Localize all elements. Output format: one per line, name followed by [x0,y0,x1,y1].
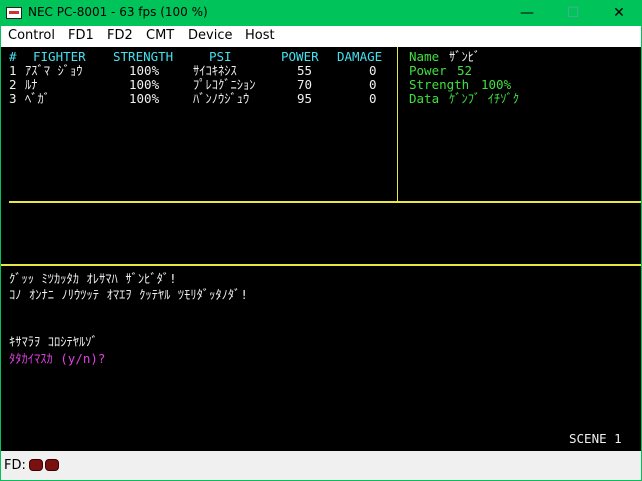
row-3-num: 3 [9,91,17,106]
row-1-fighter: ｱｽﾞﾏ ｼﾞｮｳ [25,63,83,78]
close-button[interactable]: ✕ [596,0,642,26]
row-1-power: 55 [297,63,313,78]
row-3-strength: 100% [129,91,160,106]
maximize-button[interactable]: ☐ [550,0,596,26]
divider-bottom [1,264,641,266]
row-1-strength: 100% [129,63,160,78]
row-1-num: 1 [9,63,17,78]
row-2-strength: 100% [129,77,160,92]
enemy-power-value: 52 [457,63,473,78]
row-3-power: 95 [297,91,313,106]
header-strength: STRENGTH [113,49,174,64]
row-3-fighter: ﾍﾞｶﾞ [25,91,51,106]
fd2-led-icon [45,459,59,471]
enemy-data-value: ｹﾞﾝﾌﾞ ｲﾁｿﾞｸ [449,91,520,106]
header-psi: PSI [209,49,232,64]
menu-bar: Control FD1 FD2 CMT Device Host [1,26,641,47]
title-bar[interactable]: NEC PC-8001 - 63 fps (100 %) — ☐ ✕ [0,0,642,26]
menu-host[interactable]: Host [245,28,275,43]
row-2-fighter: ﾙﾅ [25,77,38,92]
row-3-psi: ﾊﾞﾝﾉｳｼﾞｭｳ [193,91,250,106]
row-3-damage: 0 [369,91,377,106]
row-1-damage: 0 [369,63,377,78]
menu-fd1[interactable]: FD1 [68,28,94,43]
fd1-led-icon [29,459,43,471]
message-line-3: ｷｻﾏﾗｦ ｺﾛｼﾃﾔﾙｿﾞ [9,334,98,349]
row-2-num: 2 [9,77,17,92]
status-bar: FD: [1,451,641,480]
enemy-data-label: Data [409,91,440,106]
menu-fd2[interactable]: FD2 [107,28,133,43]
battle-prompt: ﾀﾀｶｲﾏｽｶ (y/n)? [9,351,106,366]
row-2-psi: ﾌﾟﾚｺｸﾞﾆｼｮﾝ [193,77,256,92]
emulator-screen[interactable]: # FIGHTER STRENGTH PSI POWER DAMAGE 1 ｱｽ… [1,47,641,451]
scene-indicator: SCENE 1 [569,431,622,446]
header-fighter: FIGHTER [33,49,86,64]
header-power: POWER [281,49,319,64]
app-icon [6,7,22,19]
message-line-1: ｸﾞｯｯ ﾐﾂｶｯﾀｶ ｵﾚｻﾏﾊ ｻﾞﾝﾋﾞﾀﾞ! [9,271,177,286]
enemy-name-value: ｻﾞﾝﾋﾞ [449,49,481,64]
enemy-strength-value: 100% [481,77,512,92]
window-title: NEC PC-8001 - 63 fps (100 %) [28,5,208,19]
row-2-power: 70 [297,77,313,92]
message-line-2: ｺﾉ ｵﾝﾅﾆ ﾉﾘｳﾂｯﾃ ｵﾏｴｦ ｸｯﾃﾔﾙ ﾂﾓﾘﾀﾞｯﾀﾉﾀﾞ! [9,287,248,302]
enemy-power-label: Power [409,63,447,78]
row-2-damage: 0 [369,77,377,92]
row-1-psi: ｻｲｺｷﾈｼｽ [193,63,237,78]
header-num: # [9,49,17,64]
menu-device[interactable]: Device [188,28,232,43]
enemy-name-label: Name [409,49,440,64]
menu-control[interactable]: Control [8,28,55,43]
header-damage: DAMAGE [337,49,383,64]
menu-cmt[interactable]: CMT [146,28,174,43]
minimize-button[interactable]: — [504,0,550,26]
enemy-strength-label: Strength [409,77,470,92]
fd-label: FD: [4,458,26,473]
vertical-divider [397,47,398,201]
divider-top [9,201,641,203]
